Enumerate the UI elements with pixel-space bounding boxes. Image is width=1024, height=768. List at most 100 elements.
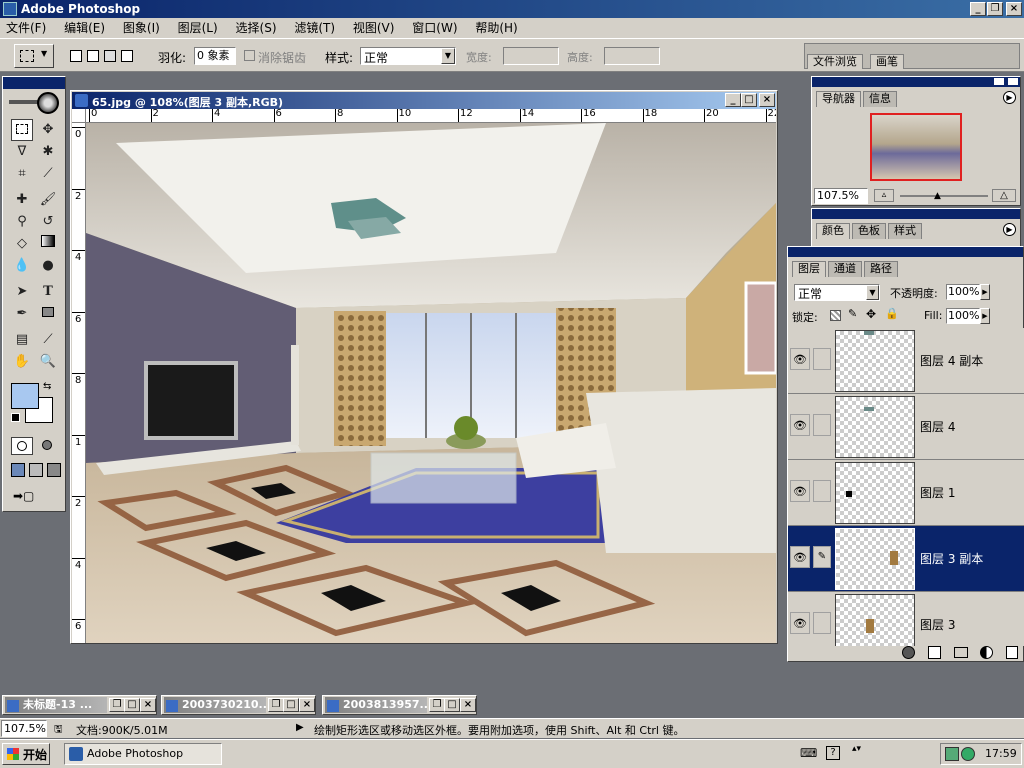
maximize-button[interactable]: □: [283, 698, 299, 712]
fill-slider-button[interactable]: ▶: [980, 308, 990, 324]
layer-row-selected[interactable]: 👁 ✎ 图层 3 副本: [788, 526, 1024, 592]
doc-minimize-button[interactable]: _: [725, 93, 741, 107]
navigator-zoom-input[interactable]: 107.5%: [814, 188, 868, 204]
eye-icon[interactable]: 👁: [790, 546, 810, 568]
tab-paths[interactable]: 路径: [864, 261, 898, 277]
start-button[interactable]: 开始: [2, 743, 50, 765]
blend-mode-select[interactable]: 正常 ▼: [794, 284, 880, 301]
layer-link-slot[interactable]: [813, 414, 831, 436]
restore-button[interactable]: ❐: [987, 2, 1003, 16]
hand-tool-icon[interactable]: ✋: [11, 351, 33, 373]
lasso-tool-icon[interactable]: ᐁ: [11, 141, 33, 163]
slice-tool-icon[interactable]: ⟋: [37, 163, 59, 185]
screen-mode-standard-icon[interactable]: [11, 463, 25, 477]
maximize-button[interactable]: □: [444, 698, 460, 712]
status-zoom-input[interactable]: 107.5%: [1, 720, 47, 737]
style-select[interactable]: 正常 ▼: [360, 47, 456, 65]
layer-row[interactable]: 👁 图层 4: [788, 394, 1024, 460]
tab-brushes[interactable]: 画笔: [870, 54, 904, 69]
foreground-color-swatch[interactable]: [11, 383, 39, 409]
crop-tool-icon[interactable]: ⌗: [11, 163, 33, 185]
palette-close-icon[interactable]: [1008, 78, 1018, 85]
screen-mode-full-menu-icon[interactable]: [29, 463, 43, 477]
document-info-icon[interactable]: 🖫: [54, 722, 63, 739]
palette-menu-icon[interactable]: ▶: [1003, 91, 1016, 104]
network-icon[interactable]: [945, 747, 959, 761]
adjustment-layer-icon[interactable]: [980, 646, 993, 659]
screen-mode-full-icon[interactable]: [47, 463, 61, 477]
keyboard-icon[interactable]: ⌨: [800, 746, 817, 760]
marquee-tool-icon[interactable]: [11, 119, 33, 141]
close-button[interactable]: ×: [140, 698, 156, 712]
menu-image[interactable]: 图象(I): [123, 21, 160, 35]
shape-tool-icon[interactable]: [37, 303, 59, 325]
gradient-tool-icon[interactable]: [37, 233, 59, 255]
menu-edit[interactable]: 编辑(E): [64, 21, 105, 35]
eye-icon[interactable]: 👁: [790, 414, 810, 436]
new-layer-icon[interactable]: [1006, 646, 1018, 659]
menu-help[interactable]: 帮助(H): [475, 21, 517, 35]
zoom-slider[interactable]: [900, 195, 988, 197]
layer-row[interactable]: 👁 图层 1: [788, 460, 1024, 526]
minimized-window[interactable]: 未标题-13 ... ❐ □ ×: [2, 695, 157, 715]
zoom-slider-thumb[interactable]: ▲: [934, 191, 941, 201]
new-group-icon[interactable]: [954, 647, 968, 658]
zoom-in-icon[interactable]: △: [992, 189, 1016, 202]
menu-filter[interactable]: 滤镜(T): [294, 21, 335, 35]
eye-icon[interactable]: 👁: [790, 348, 810, 370]
tab-channels[interactable]: 通道: [828, 261, 862, 277]
tab-color[interactable]: 颜色: [816, 223, 850, 239]
clone-stamp-tool-icon[interactable]: ⚲: [11, 211, 33, 233]
tab-info[interactable]: 信息: [863, 91, 897, 107]
restore-button[interactable]: ❐: [268, 698, 284, 712]
height-input[interactable]: [604, 47, 660, 65]
palette-minimize-icon[interactable]: [994, 78, 1004, 85]
feather-input[interactable]: 0 象素: [194, 47, 236, 65]
lock-all-icon[interactable]: 🔒: [885, 307, 899, 320]
menu-window[interactable]: 窗口(W): [412, 21, 457, 35]
pen-tool-icon[interactable]: ✒: [11, 303, 33, 325]
close-button[interactable]: ×: [460, 698, 476, 712]
help-icon[interactable]: ?: [826, 746, 840, 760]
width-input[interactable]: [503, 47, 559, 65]
doc-maximize-button[interactable]: □: [741, 93, 757, 107]
marquee-preset-button[interactable]: ▼: [14, 44, 54, 68]
menu-select[interactable]: 选择(S): [236, 21, 277, 35]
lock-brush-icon[interactable]: ✎: [848, 307, 857, 320]
swap-colors-icon[interactable]: ⇆: [43, 381, 51, 392]
eye-icon[interactable]: 👁: [790, 612, 810, 634]
tray-menu-icon[interactable]: ▴▾: [852, 744, 861, 754]
magic-wand-tool-icon[interactable]: ✱: [37, 141, 59, 163]
fill-input[interactable]: 100%: [946, 308, 980, 324]
intersect-selection-icon[interactable]: [121, 50, 133, 62]
move-tool-icon[interactable]: ✥: [37, 119, 59, 141]
lock-move-icon[interactable]: ✥: [866, 307, 876, 321]
minimize-button[interactable]: _: [970, 2, 986, 16]
antivirus-icon[interactable]: [961, 747, 975, 761]
minimized-window[interactable]: 2003813957... ❐ □ ×: [322, 695, 477, 715]
add-selection-icon[interactable]: [87, 50, 99, 62]
jump-to-imageready-icon[interactable]: ➡▢: [13, 489, 59, 507]
opacity-input[interactable]: 100%: [946, 284, 980, 300]
restore-button[interactable]: ❐: [109, 698, 125, 712]
restore-button[interactable]: ❐: [429, 698, 445, 712]
blur-tool-icon[interactable]: 💧: [11, 255, 33, 277]
layer-row[interactable]: 👁 图层 3: [788, 592, 1024, 646]
palette-menu-icon[interactable]: ▶: [1003, 223, 1016, 236]
dodge-tool-icon[interactable]: ●: [37, 255, 59, 277]
layer-row[interactable]: 👁 图层 4 副本: [788, 328, 1024, 394]
navigator-thumbnail[interactable]: [870, 113, 962, 181]
tab-styles[interactable]: 样式: [888, 223, 922, 239]
notes-tool-icon[interactable]: ▤: [11, 329, 33, 351]
doc-close-button[interactable]: ×: [759, 93, 775, 107]
close-button[interactable]: ×: [1006, 2, 1022, 16]
type-tool-icon[interactable]: T: [37, 281, 59, 303]
brush-tool-icon[interactable]: 🖌: [37, 189, 59, 211]
healing-brush-tool-icon[interactable]: ✚: [11, 189, 33, 211]
quick-mask-mode-icon[interactable]: [37, 437, 59, 455]
tab-navigator[interactable]: 导航器: [816, 91, 861, 107]
layer-link-slot[interactable]: [813, 480, 831, 502]
eye-icon[interactable]: 👁: [790, 480, 810, 502]
zoom-out-icon[interactable]: ▵: [874, 189, 894, 202]
eraser-tool-icon[interactable]: ◇: [11, 233, 33, 255]
